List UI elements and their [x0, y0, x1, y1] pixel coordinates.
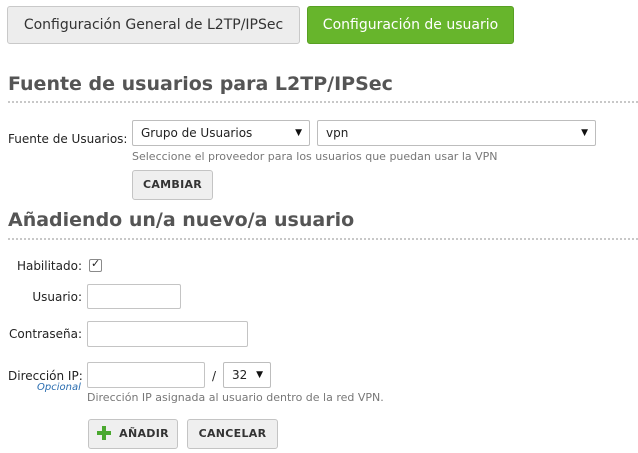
- chevron-down-icon: ▼: [295, 128, 302, 138]
- user-provider-select[interactable]: Grupo de Usuarios ▼: [132, 120, 310, 146]
- chevron-down-icon: ▼: [581, 128, 588, 138]
- user-input[interactable]: [87, 284, 181, 309]
- netmask-value: 32: [232, 368, 248, 382]
- add-button-label: AÑADIR: [119, 427, 169, 440]
- password-label: Contraseña:: [9, 327, 82, 341]
- netmask-select[interactable]: 32 ▼: [223, 362, 271, 388]
- ip-mask-separator: /: [212, 369, 217, 383]
- provider-hint: Seleccione el proveedor para los usuario…: [132, 150, 498, 163]
- user-group-select[interactable]: vpn ▼: [317, 120, 596, 146]
- source-section-title: Fuente de usuarios para L2TP/IPSec: [8, 73, 393, 95]
- add-user-section-title: Añadiendo un/a nuevo/a usuario: [8, 209, 355, 231]
- user-group-value: vpn: [326, 126, 349, 140]
- ip-address-label: Dirección IP:: [8, 369, 83, 383]
- chevron-down-icon: ▼: [256, 370, 263, 380]
- checkmark-icon: ✓: [91, 257, 101, 270]
- password-input[interactable]: [87, 321, 248, 347]
- user-label: Usuario:: [32, 290, 82, 304]
- cancel-button[interactable]: CANCELAR: [187, 419, 278, 449]
- ip-address-input[interactable]: [87, 362, 205, 388]
- enabled-label: Habilitado:: [16, 259, 82, 273]
- user-source-label: Fuente de Usuarios:: [8, 132, 128, 146]
- tab-user-config[interactable]: Configuración de usuario: [307, 6, 514, 44]
- user-provider-value: Grupo de Usuarios: [141, 126, 253, 140]
- section-divider: [8, 101, 638, 103]
- enabled-checkbox[interactable]: ✓: [89, 257, 102, 272]
- tab-general-config[interactable]: Configuración General de L2TP/IPSec: [7, 6, 300, 44]
- change-button[interactable]: CAMBIAR: [132, 170, 213, 200]
- add-button[interactable]: AÑADIR: [88, 419, 178, 449]
- section-divider: [8, 238, 638, 240]
- ip-optional-note: Opcional: [37, 382, 81, 393]
- plus-icon: [97, 426, 111, 440]
- ip-hint: Dirección IP asignada al usuario dentro …: [87, 391, 384, 404]
